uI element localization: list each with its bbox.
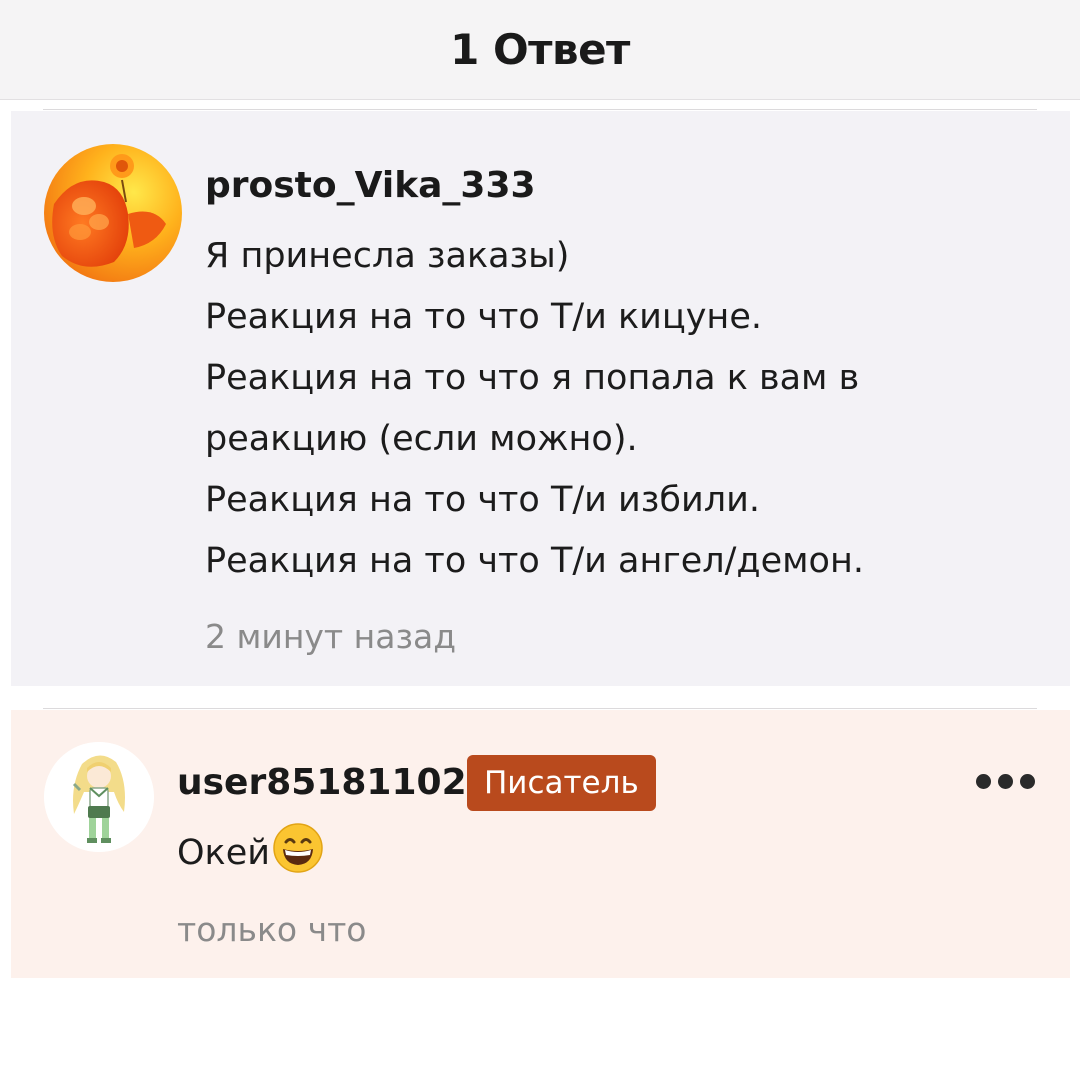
- comment-timestamp: 2 минут назад: [205, 617, 457, 656]
- dot-icon: [1020, 774, 1035, 789]
- user-avatar[interactable]: [44, 144, 182, 282]
- reply-text-row: Окей: [177, 822, 324, 894]
- anime-character-drawing-icon: [44, 742, 154, 852]
- writer-badge: Писатель: [467, 755, 656, 811]
- username[interactable]: user85181102: [177, 762, 467, 803]
- divider: [43, 109, 1037, 110]
- more-dots-icon[interactable]: [976, 774, 1035, 789]
- comment-line: Реакция на то что Т/и ангел/демон.: [205, 541, 864, 581]
- parent-comment: prosto_Vika_333 Я принесла заказы) Реакц…: [11, 111, 1070, 686]
- dot-icon: [998, 774, 1013, 789]
- page-title: 1 Ответ: [450, 25, 630, 74]
- username[interactable]: prosto_Vika_333: [205, 165, 536, 206]
- comment-line: реакцию (если можно).: [205, 419, 638, 459]
- page-header: 1 Ответ: [0, 0, 1080, 100]
- comment-line: Реакция на то что я попала к вам в: [205, 358, 860, 398]
- reply-text: Окей: [177, 833, 270, 873]
- reply-timestamp: только что: [177, 910, 367, 949]
- hand-dandelion-photo-icon: [44, 144, 182, 282]
- comment-line: Реакция на то что Т/и избили.: [205, 480, 760, 520]
- user-avatar[interactable]: [44, 742, 154, 852]
- comment-line: Я принесла заказы): [205, 236, 570, 276]
- grinning-face-emoji-icon: [272, 822, 324, 894]
- reply-comment: user85181102 Писатель Окей только что: [11, 710, 1070, 978]
- dot-icon: [976, 774, 991, 789]
- divider: [43, 708, 1037, 709]
- comment-line: Реакция на то что Т/и кицуне.: [205, 297, 762, 337]
